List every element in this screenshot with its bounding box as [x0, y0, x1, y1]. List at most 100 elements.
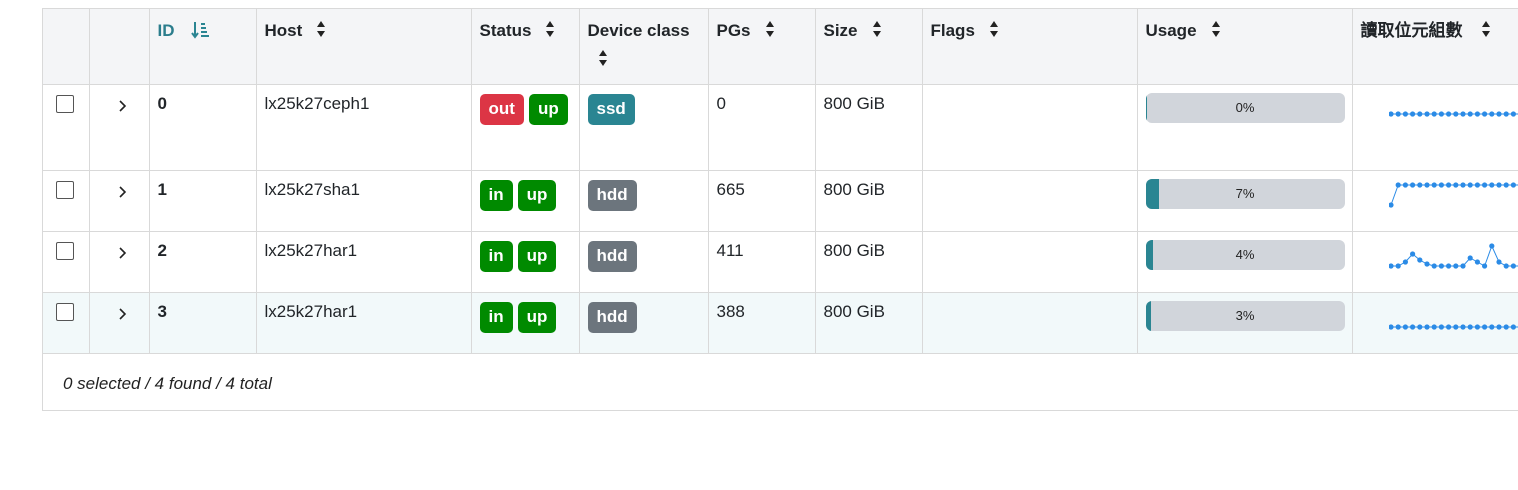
- usage-progress-bar: 7%: [1145, 178, 1345, 209]
- read-bytes-cell: [1352, 231, 1518, 293]
- checkbox-icon[interactable]: [56, 94, 74, 113]
- sparkline-point: [1452, 181, 1458, 188]
- sparkline-point: [1474, 323, 1480, 330]
- sort-icon[interactable]: [1481, 20, 1491, 38]
- sparkline-point: [1495, 181, 1502, 188]
- column-header-size[interactable]: Size: [815, 9, 923, 85]
- usage-cell: 0%: [1137, 84, 1353, 171]
- table-row[interactable]: 2 lx25k27har1 in up hdd 411 800 GiB 4%: [43, 231, 1518, 293]
- sparkline-point: [1467, 323, 1473, 330]
- sparkline-point: [1488, 181, 1494, 188]
- column-header-id[interactable]: ID: [149, 9, 257, 85]
- chevron-right-icon[interactable]: [118, 306, 128, 326]
- column-header-read-bytes[interactable]: 讀取位元組數: [1352, 9, 1518, 85]
- column-header-usage[interactable]: Usage: [1137, 9, 1353, 85]
- sparkline-point: [1409, 323, 1415, 330]
- column-header-id-label: ID: [157, 21, 175, 40]
- flags-cell: [922, 84, 1138, 171]
- sparkline-point: [1495, 323, 1502, 330]
- sparkline-point: [1395, 181, 1401, 188]
- row-select-cell: [43, 84, 90, 171]
- column-header-flags[interactable]: Flags: [922, 9, 1138, 85]
- status-cell: in up: [471, 170, 580, 232]
- osd-table-container: ID Host Status Device class PGs Size Fla…: [42, 8, 1518, 411]
- column-header-device-class[interactable]: Device class: [579, 9, 709, 85]
- read-bytes-sparkline: [1388, 242, 1518, 269]
- checkbox-icon[interactable]: [56, 241, 74, 260]
- pgs-cell: 0: [708, 84, 816, 171]
- host-cell: lx25k27har1: [256, 292, 472, 354]
- sparkline-point: [1409, 250, 1415, 257]
- pgs-value: 411: [716, 240, 744, 260]
- sort-icon[interactable]: [545, 20, 555, 38]
- table-row[interactable]: 1 lx25k27sha1 in up hdd 665 800 GiB 7%: [43, 170, 1518, 232]
- host-cell: lx25k27har1: [256, 231, 472, 293]
- sparkline-point: [1488, 110, 1494, 117]
- sort-amount-down-icon[interactable]: [190, 20, 209, 40]
- sparkline-point: [1459, 110, 1466, 117]
- column-header-host[interactable]: Host: [256, 9, 472, 85]
- sort-icon[interactable]: [598, 49, 608, 67]
- column-header-pgs[interactable]: PGs: [708, 9, 816, 85]
- sparkline-point: [1416, 181, 1422, 188]
- sparkline-point: [1409, 181, 1415, 188]
- sparkline-point: [1445, 110, 1451, 117]
- sparkline-point: [1423, 181, 1430, 188]
- host-name: lx25k27har1: [264, 240, 358, 260]
- sparkline-point: [1438, 110, 1444, 117]
- sparkline-point: [1402, 323, 1408, 330]
- size-value: 800 GiB: [823, 93, 885, 113]
- checkbox-icon[interactable]: [56, 180, 74, 199]
- checkbox-icon[interactable]: [56, 302, 74, 321]
- pgs-value: 388: [716, 301, 745, 321]
- host-name: lx25k27har1: [264, 301, 358, 321]
- sparkline-point: [1459, 262, 1466, 269]
- device-class-badge: hdd: [587, 301, 637, 333]
- device-class-badge: ssd: [587, 93, 635, 125]
- chevron-right-icon[interactable]: [118, 245, 128, 265]
- flags-cell: [922, 231, 1138, 293]
- chevron-right-icon[interactable]: [118, 98, 128, 118]
- usage-cell: 4%: [1137, 231, 1353, 293]
- sparkline-point: [1438, 262, 1444, 269]
- usage-progress-label: 0%: [1235, 99, 1255, 115]
- sparkline-point: [1488, 323, 1494, 330]
- osd-id: 1: [157, 179, 167, 199]
- osd-table: ID Host Status Device class PGs Size Fla…: [43, 9, 1518, 354]
- sparkline-point: [1481, 110, 1487, 117]
- pgs-cell: 665: [708, 170, 816, 232]
- row-expand-cell: [89, 231, 150, 293]
- size-cell: 800 GiB: [815, 231, 923, 293]
- usage-cell: 3%: [1137, 292, 1353, 354]
- table-header-row: ID Host Status Device class PGs Size Fla…: [43, 9, 1518, 85]
- column-header-device-class-label: Device class: [587, 21, 690, 40]
- row-expand-cell: [89, 84, 150, 171]
- column-header-read-bytes-label: 讀取位元組數: [1360, 21, 1463, 40]
- select-all-header: [43, 9, 90, 85]
- device-class-cell: ssd: [579, 84, 709, 171]
- sort-icon[interactable]: [1211, 20, 1221, 38]
- sort-icon[interactable]: [316, 20, 326, 38]
- sort-icon[interactable]: [989, 20, 999, 38]
- sparkline-point: [1416, 323, 1422, 330]
- pgs-cell: 388: [708, 292, 816, 354]
- sparkline-point: [1481, 323, 1487, 330]
- status-cell: in up: [471, 292, 580, 354]
- sparkline-point: [1445, 181, 1451, 188]
- host-cell: lx25k27sha1: [256, 170, 472, 232]
- sparkline-point: [1431, 110, 1437, 117]
- sparkline-point: [1431, 323, 1437, 330]
- chevron-right-icon[interactable]: [118, 184, 128, 204]
- table-footer-summary: 0 selected / 4 found / 4 total: [63, 374, 272, 393]
- sort-icon[interactable]: [872, 20, 882, 38]
- sparkline-point: [1395, 110, 1401, 117]
- sparkline-point: [1467, 254, 1473, 261]
- sparkline-point: [1445, 262, 1451, 269]
- column-header-status[interactable]: Status: [471, 9, 580, 85]
- table-row[interactable]: 0 lx25k27ceph1 out up ssd 0 800 GiB 0%: [43, 84, 1518, 171]
- table-row[interactable]: 3 lx25k27har1 in up hdd 388 800 GiB 3%: [43, 292, 1518, 354]
- column-header-status-label: Status: [479, 21, 532, 40]
- usage-progress-label: 3%: [1235, 307, 1255, 323]
- sparkline-point: [1423, 260, 1430, 267]
- sort-icon[interactable]: [765, 20, 775, 38]
